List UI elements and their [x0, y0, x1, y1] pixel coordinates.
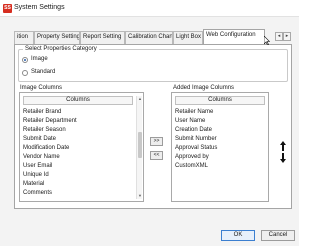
added-columns-list[interactable]: Columns Retailer Name User Name Creation…: [171, 92, 269, 202]
image-columns-label: Image Columns: [20, 85, 63, 91]
list-item[interactable]: Retailer Brand: [23, 108, 61, 116]
move-down-icon[interactable]: [280, 153, 286, 163]
tab-report-setting[interactable]: Report Setting: [80, 31, 125, 44]
list-item[interactable]: Creation Date: [175, 126, 212, 134]
tab-web-configuration[interactable]: Web Configuration: [203, 29, 265, 44]
list-item[interactable]: Comments: [23, 189, 52, 197]
properties-category-caption: Select Properties Category: [23, 46, 99, 52]
list-item[interactable]: User Email: [23, 162, 52, 170]
move-up-icon[interactable]: [280, 141, 286, 151]
tab-scroll-left-button[interactable]: ◂: [275, 32, 283, 41]
image-columns-scrollbar[interactable]: ▲ ▼: [136, 96, 142, 199]
tab-light-box[interactable]: Light Box: [173, 31, 203, 44]
list-item[interactable]: Unique Id: [23, 171, 49, 179]
list-item[interactable]: Submit Date: [23, 135, 56, 143]
tab-property-settings[interactable]: Property Settings: [34, 31, 80, 44]
mouse-cursor-icon: [264, 36, 270, 45]
remove-column-button[interactable]: <<: [150, 151, 163, 160]
image-radio-label[interactable]: Image: [31, 56, 48, 62]
list-item[interactable]: Approval Status: [175, 144, 217, 152]
tab-position[interactable]: ition: [14, 31, 34, 44]
window-title: System Settings: [14, 4, 65, 11]
title-bar[interactable]: SS System Settings: [0, 0, 299, 17]
list-item[interactable]: Vendor Name: [23, 153, 60, 161]
list-item[interactable]: Approved by: [175, 153, 209, 161]
list-item[interactable]: Material: [23, 180, 44, 188]
scroll-thumb[interactable]: [138, 132, 142, 158]
scroll-up-icon[interactable]: ▲: [137, 96, 143, 102]
scroll-down-icon[interactable]: ▼: [137, 193, 143, 199]
list-item[interactable]: Retailer Department: [23, 117, 77, 125]
added-columns-header[interactable]: Columns: [175, 96, 265, 105]
web-configuration-panel: Select Properties Category Image Standar…: [14, 44, 292, 209]
list-item[interactable]: User Name: [175, 117, 205, 125]
image-columns-header[interactable]: Columns: [23, 96, 133, 105]
list-item[interactable]: Submit Number: [175, 135, 217, 143]
list-item[interactable]: Retailer Name: [175, 108, 213, 116]
standard-radio[interactable]: [22, 70, 28, 76]
standard-radio-label[interactable]: Standard: [31, 69, 55, 75]
image-columns-list[interactable]: Columns Retailer Brand Retailer Departme…: [19, 92, 144, 202]
tab-scroll-right-button[interactable]: ▸: [283, 32, 291, 41]
list-item[interactable]: CustomXML: [175, 162, 208, 170]
add-column-button[interactable]: >>: [150, 137, 163, 146]
tab-calibration-chart[interactable]: Calibration Chart: [125, 31, 173, 44]
properties-category-group: Select Properties Category Image Standar…: [18, 46, 288, 82]
image-radio[interactable]: [22, 57, 28, 63]
list-item[interactable]: Modification Date: [23, 144, 69, 152]
system-settings-window: SS System Settings ition Property Settin…: [0, 0, 299, 246]
cancel-button[interactable]: Cancel: [261, 230, 295, 241]
added-columns-label: Added Image Columns: [173, 85, 235, 91]
tab-strip: ition Property Settings Report Setting C…: [0, 29, 299, 44]
list-item[interactable]: Retailer Season: [23, 126, 66, 134]
app-icon: SS: [3, 4, 12, 13]
ok-button[interactable]: OK: [221, 230, 255, 241]
